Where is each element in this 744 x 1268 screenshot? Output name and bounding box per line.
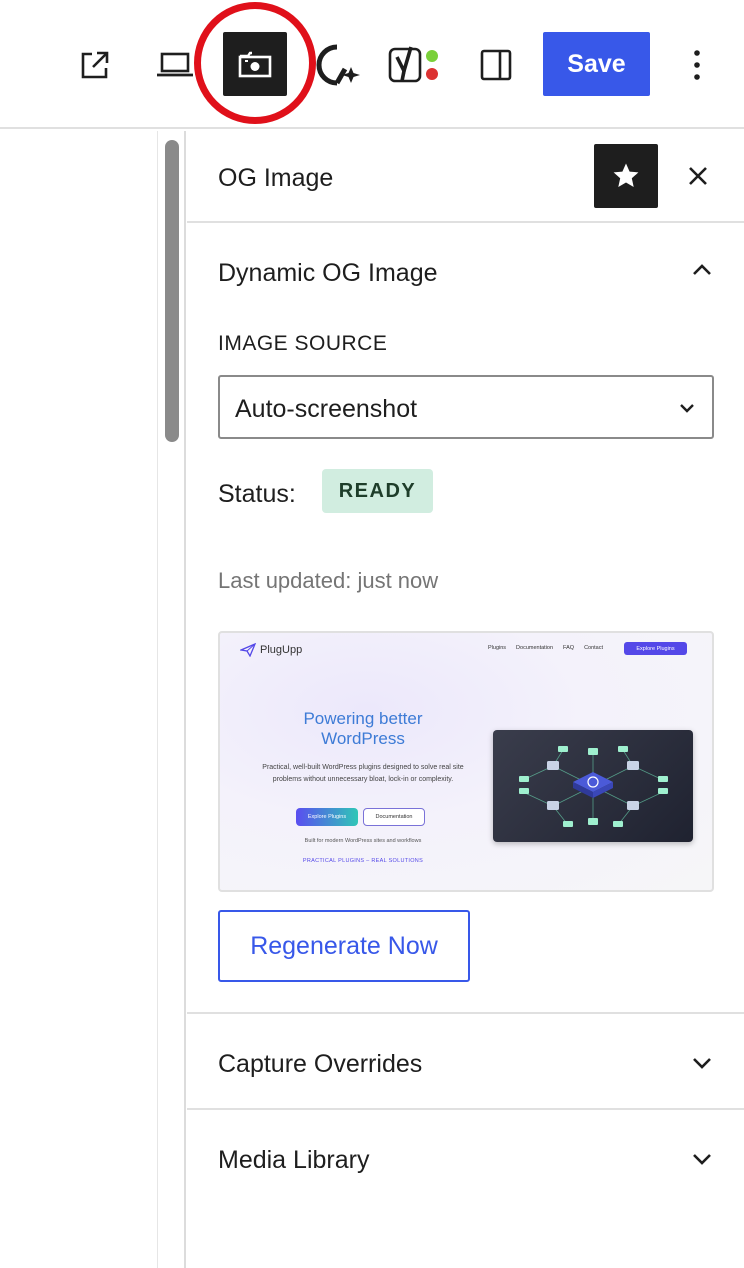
preview-logo-text: PlugUpp	[260, 644, 303, 656]
chevron-down-icon	[693, 1154, 711, 1165]
close-icon	[689, 167, 707, 185]
image-source-select[interactable]: Auto-screenshot	[218, 375, 714, 439]
performance-plugin-button[interactable]	[306, 36, 366, 94]
laptop-icon	[157, 52, 193, 77]
preview-primary-button: Explore Plugins	[296, 808, 358, 826]
save-button[interactable]: Save	[543, 32, 650, 96]
last-updated-text: Last updated: just now	[218, 568, 439, 593]
more-options-icon	[694, 50, 700, 80]
panel-title-dynamic-og-image[interactable]: Dynamic OG Image	[218, 259, 438, 288]
scrollbar-thumb[interactable]	[165, 140, 179, 442]
chevron-down-icon	[693, 1058, 711, 1069]
preview-nav-item: Plugins	[488, 645, 507, 651]
og-image-sidebar: OG Image Dynamic OG Image IMAGE SOURCE A…	[187, 131, 744, 1268]
chevron-down-icon	[680, 404, 694, 413]
og-image-plugin-button[interactable]	[223, 32, 287, 96]
yoast-seo-button[interactable]	[385, 36, 445, 94]
preview-nav-item: Contact	[584, 645, 604, 651]
preview-nav: Plugins Documentation FAQ Contact	[488, 645, 603, 651]
preview-heading-line: Powering better	[303, 709, 423, 728]
chevron-up-icon	[693, 264, 711, 275]
preview-heading: Powering better WordPress	[250, 709, 476, 749]
media-library-panel[interactable]: Media Library	[187, 1110, 744, 1208]
preview-heading-line: WordPress	[321, 729, 405, 748]
preview-logo: PlugUpp	[240, 643, 302, 657]
preview-nav-item: FAQ	[563, 645, 575, 651]
collapse-panel-button[interactable]	[685, 253, 719, 287]
performance-plugin-icon	[316, 44, 360, 86]
isometric-network-illustration	[519, 746, 668, 827]
preview-device-button[interactable]	[150, 38, 200, 92]
preview-description: Practical, well-built WordPress plugins …	[262, 764, 464, 783]
view-post-button[interactable]	[70, 38, 120, 92]
close-sidebar-button[interactable]	[679, 155, 717, 197]
status-label: Status:	[218, 480, 296, 508]
paper-plane-logo-icon	[240, 643, 256, 657]
preview-tagline: PRACTICAL PLUGINS – REAL SOLUTIONS	[302, 858, 424, 864]
image-source-label: IMAGE SOURCE	[218, 332, 388, 355]
star-icon	[613, 163, 639, 187]
sidebar-header: OG Image	[187, 131, 744, 223]
expand-panel-button[interactable]	[685, 1046, 719, 1080]
preview-note: Built for modern WordPress sites and wor…	[304, 838, 422, 844]
capture-overrides-panel[interactable]: Capture Overrides	[187, 1014, 744, 1110]
more-options-button[interactable]	[680, 38, 714, 92]
settings-sidebar-toggle[interactable]	[472, 38, 520, 92]
preview-nav-item: Documentation	[516, 645, 554, 651]
preview-secondary-button: Documentation	[363, 808, 425, 826]
panel-title-capture-overrides[interactable]: Capture Overrides	[218, 1050, 422, 1079]
yoast-seo-icon	[388, 46, 438, 83]
status-badge: READY	[322, 469, 433, 513]
expand-panel-button[interactable]	[685, 1142, 719, 1176]
image-source-value: Auto-screenshot	[235, 395, 418, 423]
preview-nav-cta: Explore Plugins	[624, 642, 687, 655]
dynamic-og-image-panel: Dynamic OG Image IMAGE SOURCE Auto-scree…	[187, 225, 744, 1014]
og-image-preview: PlugUpp Plugins Documentation FAQ Contac…	[218, 631, 714, 892]
scrollbar-track[interactable]	[157, 131, 186, 1268]
sidebar-panel-icon	[480, 49, 512, 81]
panel-title-media-library[interactable]: Media Library	[218, 1146, 369, 1175]
camera-icon	[238, 51, 272, 78]
external-link-icon	[81, 51, 109, 79]
editor-canvas[interactable]	[0, 131, 157, 1268]
regenerate-now-button[interactable]: Regenerate Now	[218, 910, 470, 982]
editor-toolbar: Save	[0, 0, 744, 129]
preview-hero-illustration	[493, 730, 693, 842]
sidebar-title: OG Image	[218, 164, 334, 192]
pin-to-toolbar-button[interactable]	[594, 144, 658, 208]
